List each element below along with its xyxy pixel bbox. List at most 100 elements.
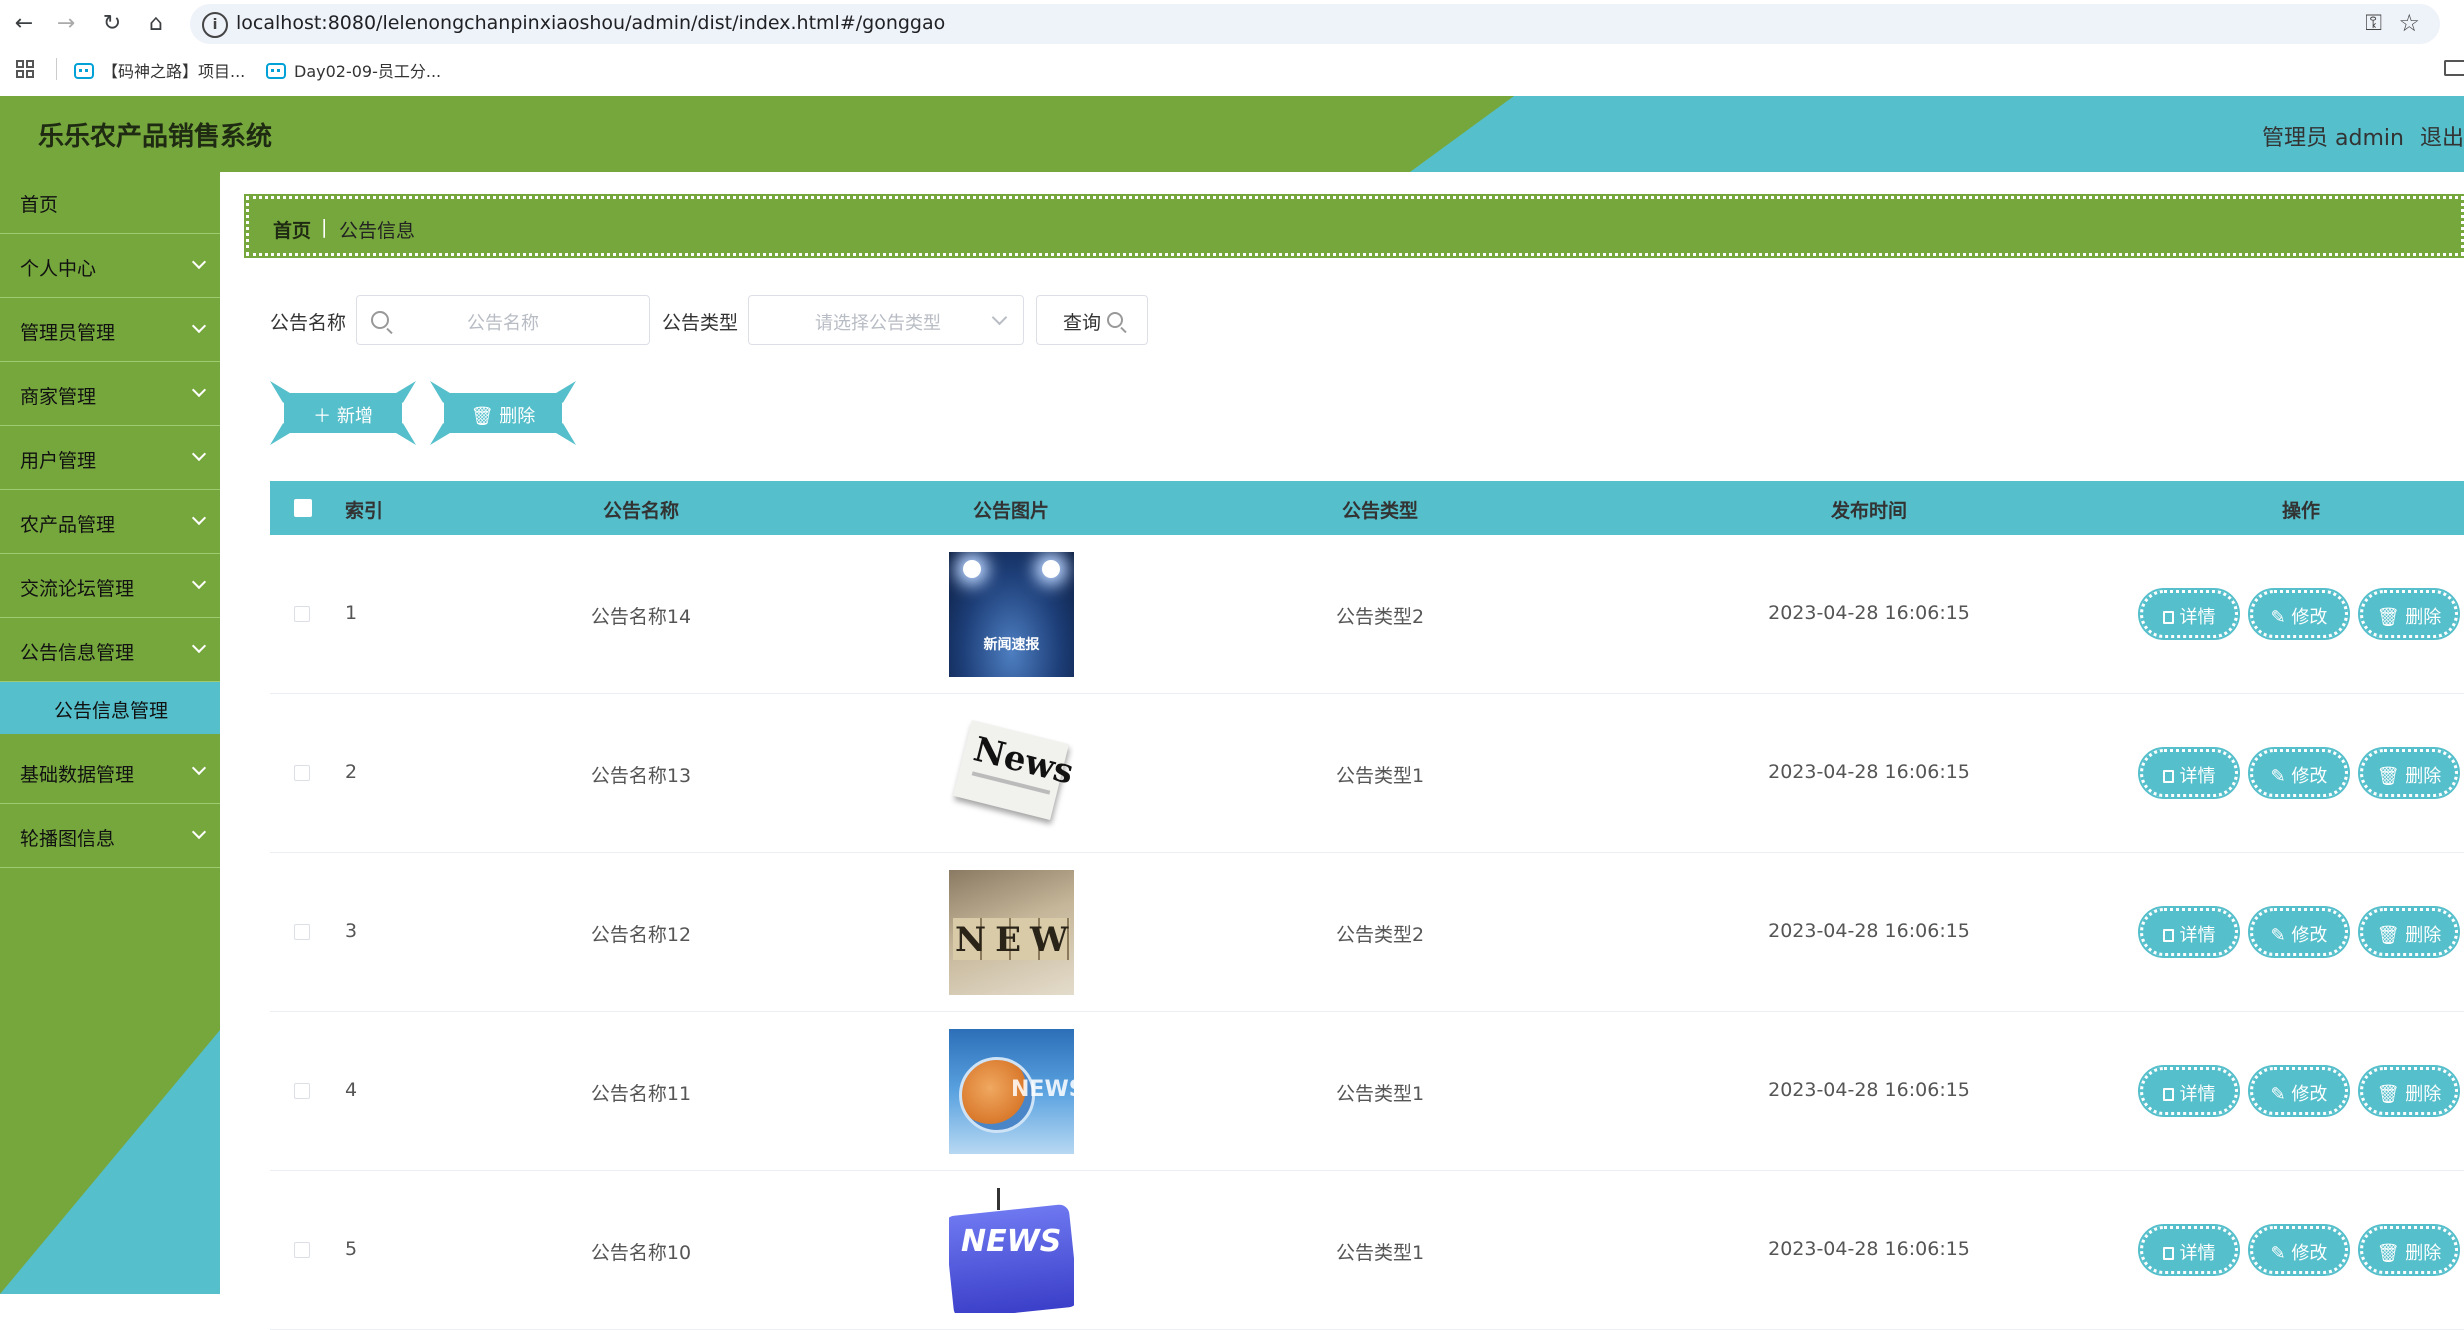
apps-grid-icon[interactable] <box>16 60 34 78</box>
row-checkbox[interactable] <box>294 765 310 781</box>
sidebar-item[interactable]: 用户管理 <box>0 428 220 490</box>
row-time: 2023-04-28 16:06:15 <box>1768 602 1970 624</box>
chevron-down-icon <box>191 510 207 526</box>
app-header: 乐乐农产品销售系统 管理员 admin 退出登录 <box>0 96 2464 172</box>
row-type: 公告类型2 <box>1335 606 1425 628</box>
logout-link[interactable]: 退出登录 <box>2420 120 2464 152</box>
row-checkbox[interactable] <box>294 606 310 622</box>
sidebar-item[interactable]: 公告信息管理 <box>0 620 220 682</box>
trash-icon: 🗑︎ <box>2376 1243 2406 1264</box>
sidebar-subitem-active[interactable]: 公告信息管理 <box>0 682 220 734</box>
detail-button-label: 详情 <box>2179 607 2216 628</box>
row-thumbnail[interactable]: NEWS <box>949 1029 1074 1154</box>
row-checkbox[interactable] <box>294 1242 310 1258</box>
row-delete-button-label: 删除 <box>2405 1084 2442 1105</box>
type-filter-select[interactable]: 请选择公告类型 <box>748 295 1024 345</box>
detail-button[interactable]: 详情 <box>2138 588 2240 640</box>
row-thumbnail[interactable]: NEWS <box>949 870 1074 995</box>
edit-button[interactable]: ✎ 修改 <box>2248 588 2350 640</box>
row-thumbnail[interactable]: 新闻速报 <box>949 552 1074 677</box>
query-button-label: 查询 <box>1063 312 1102 334</box>
bookmarks-divider <box>56 58 57 80</box>
document-icon <box>2162 1088 2174 1101</box>
name-filter-label: 公告名称 <box>270 312 347 334</box>
trash-icon: 🗑︎ <box>2376 607 2406 628</box>
bookmarks-folder-icon[interactable] <box>2444 60 2464 76</box>
address-bar[interactable]: i localhost:8080/lelenongchanpinxiaoshou… <box>190 4 2440 44</box>
detail-button-label: 详情 <box>2179 766 2216 787</box>
row-time: 2023-04-28 16:06:15 <box>1768 1238 1970 1260</box>
detail-button[interactable]: 详情 <box>2138 906 2240 958</box>
breadcrumb-home[interactable]: 首页 <box>273 216 311 243</box>
row-index: 5 <box>345 1238 358 1260</box>
row-checkbox[interactable] <box>294 924 310 940</box>
chevron-down-icon <box>191 638 207 654</box>
back-icon[interactable]: ← <box>10 10 38 38</box>
sidebar: 首页 个人中心 管理员管理 商家管理 用户管理 农产品管理 交流论坛管理 公告信息管理 公告信息… <box>0 172 220 1294</box>
row-thumbnail[interactable]: NEWS <box>949 1188 1074 1313</box>
sidebar-item-label: 公告信息管理 <box>20 642 135 664</box>
row-delete-button[interactable]: 🗑︎ 删除 <box>2358 1224 2460 1276</box>
sidebar-subitem-label: 公告信息管理 <box>54 700 169 722</box>
sidebar-item[interactable]: 个人中心 <box>0 236 220 298</box>
row-index: 2 <box>345 761 358 783</box>
name-filter-input[interactable]: 公告名称 <box>356 295 650 345</box>
edit-button[interactable]: ✎ 修改 <box>2248 1065 2350 1117</box>
bookmark-star-icon[interactable]: ☆ <box>2398 9 2420 37</box>
column-header: 发布时间 <box>1830 500 1908 522</box>
sidebar-item-label: 基础数据管理 <box>20 764 135 786</box>
sidebar-item[interactable]: 管理员管理 <box>0 300 220 362</box>
sidebar-item[interactable]: 基础数据管理 <box>0 742 220 804</box>
query-button[interactable]: 查询 <box>1036 295 1148 345</box>
sidebar-item[interactable]: 首页 <box>0 172 220 234</box>
row-checkbox[interactable] <box>294 1083 310 1099</box>
table-header: 索引 公告名称 公告图片 公告类型 发布时间 操作 <box>270 481 2464 535</box>
sidebar-item-label: 交流论坛管理 <box>20 578 135 600</box>
chevron-down-icon <box>191 824 207 840</box>
row-index: 4 <box>345 1079 358 1101</box>
add-button[interactable]: ＋ 新增 <box>270 381 416 445</box>
row-type: 公告类型1 <box>1335 765 1425 787</box>
delete-button[interactable]: 🗑︎ 删除 <box>430 381 576 445</box>
site-info-icon[interactable]: i <box>202 12 228 38</box>
forward-icon[interactable]: → <box>52 10 80 38</box>
edit-button[interactable]: ✎ 修改 <box>2248 906 2350 958</box>
trash-icon: 🗑︎ <box>2376 925 2406 946</box>
sidebar-item[interactable]: 商家管理 <box>0 364 220 426</box>
edit-button[interactable]: ✎ 修改 <box>2248 747 2350 799</box>
row-type: 公告类型1 <box>1335 1242 1425 1264</box>
column-header: 公告类型 <box>1341 500 1419 522</box>
edit-button[interactable]: ✎ 修改 <box>2248 1224 2350 1276</box>
row-delete-button-label: 删除 <box>2405 607 2442 628</box>
row-time: 2023-04-28 16:06:15 <box>1768 761 1970 783</box>
row-delete-button-label: 删除 <box>2405 925 2442 946</box>
address-url[interactable]: localhost:8080/lelenongchanpinxiaoshou/a… <box>236 12 945 34</box>
row-index: 1 <box>345 602 358 624</box>
detail-button[interactable]: 详情 <box>2138 1065 2240 1117</box>
home-icon[interactable]: ⌂ <box>142 10 170 38</box>
bookmark-item[interactable]: 【码神之路】项目... <box>74 58 245 82</box>
edit-button-label: 修改 <box>2291 766 2328 787</box>
detail-button-label: 详情 <box>2179 925 2216 946</box>
row-delete-button[interactable]: 🗑︎ 删除 <box>2358 588 2460 640</box>
type-filter-placeholder: 请选择公告类型 <box>815 313 941 334</box>
sidebar-item-label: 商家管理 <box>20 386 97 408</box>
trash-icon: 🗑︎ <box>2376 766 2406 787</box>
password-key-icon[interactable]: ⚿ <box>2365 11 2382 36</box>
row-thumbnail[interactable]: News <box>949 711 1074 836</box>
sidebar-item[interactable]: 轮播图信息 <box>0 806 220 868</box>
column-header: 公告图片 <box>972 500 1050 522</box>
detail-button[interactable]: 详情 <box>2138 747 2240 799</box>
detail-button[interactable]: 详情 <box>2138 1224 2240 1276</box>
bilibili-icon <box>266 63 286 79</box>
bookmark-item[interactable]: Day02-09-员工分... <box>266 58 441 82</box>
reload-icon[interactable]: ↻ <box>98 10 126 38</box>
row-delete-button[interactable]: 🗑︎ 删除 <box>2358 1065 2460 1117</box>
row-delete-button[interactable]: 🗑︎ 删除 <box>2358 906 2460 958</box>
select-all-checkbox[interactable] <box>294 499 312 517</box>
sidebar-item[interactable]: 农产品管理 <box>0 492 220 554</box>
row-delete-button[interactable]: 🗑︎ 删除 <box>2358 747 2460 799</box>
sidebar-item[interactable]: 交流论坛管理 <box>0 556 220 618</box>
bookmarks-bar: 【码神之路】项目... Day02-09-员工分... <box>0 48 2464 90</box>
document-icon <box>2162 929 2174 942</box>
